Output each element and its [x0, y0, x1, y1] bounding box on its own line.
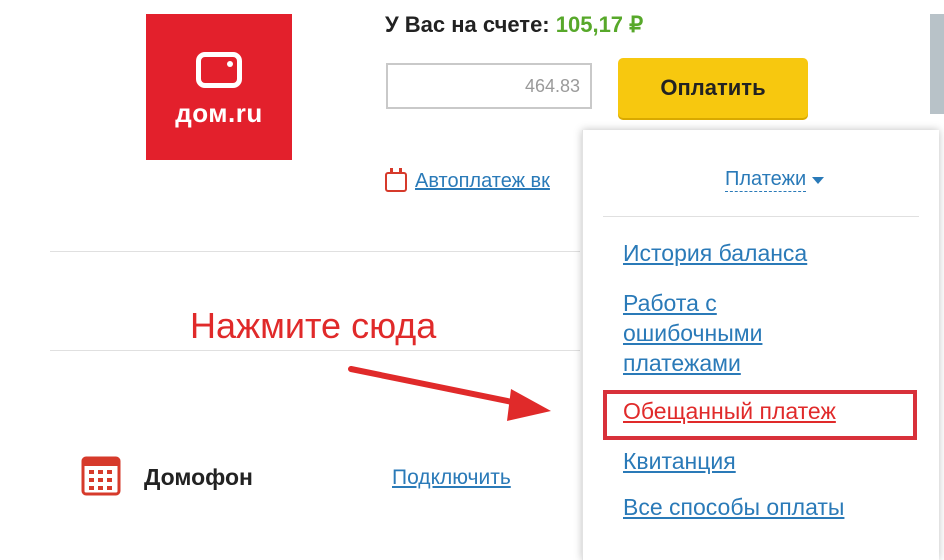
menu-item-all-payment-methods[interactable]: Все способы оплаты — [623, 492, 844, 522]
menu-item-wrong-payments[interactable]: ошибочными — [623, 318, 762, 348]
arrow-icon — [348, 366, 551, 421]
service-name: Домофон — [144, 464, 253, 490]
divider — [50, 350, 580, 351]
divider — [50, 251, 580, 252]
balance-amount: 105,17 ₽ — [555, 12, 644, 37]
calendar-icon — [385, 167, 407, 192]
background-image-fragment — [930, 14, 944, 114]
balance: У Вас на счете: 105,17 ₽ — [385, 12, 643, 38]
logo-text: дом.ru — [175, 97, 263, 128]
hint-text: Нажмите сюда — [190, 305, 437, 346]
pay-button[interactable]: Оплатить — [618, 58, 808, 118]
connect-link[interactable]: Подключить — [392, 466, 511, 490]
autopay: Автоплатеж вк — [385, 167, 550, 193]
menu-item-wrong-payments[interactable]: платежами — [623, 348, 741, 378]
divider — [603, 216, 919, 217]
autopay-link[interactable]: Автоплатеж вк — [415, 170, 550, 193]
intercom-icon — [81, 456, 121, 496]
menu-item-wrong-payments[interactable]: Работа с — [623, 288, 717, 318]
payment-amount-input[interactable] — [386, 63, 592, 109]
dom-ru-logo[interactable]: дом.ru — [146, 14, 292, 160]
menu-item-promised-payment[interactable]: Обещанный платеж — [623, 396, 836, 426]
caret-down-icon[interactable] — [812, 176, 825, 184]
payments-menu-label[interactable]: Платежи — [725, 168, 807, 192]
menu-item-receipt[interactable]: Квитанция — [623, 446, 736, 476]
payments-menu-toggle[interactable]: Платежи — [725, 168, 825, 192]
payments-dropdown: Платежи История баланса Работа с ошибочн… — [582, 130, 939, 560]
balance-label: У Вас на счете: — [385, 12, 550, 37]
menu-item-balance-history[interactable]: История баланса — [623, 238, 807, 268]
tv-icon — [196, 51, 242, 88]
